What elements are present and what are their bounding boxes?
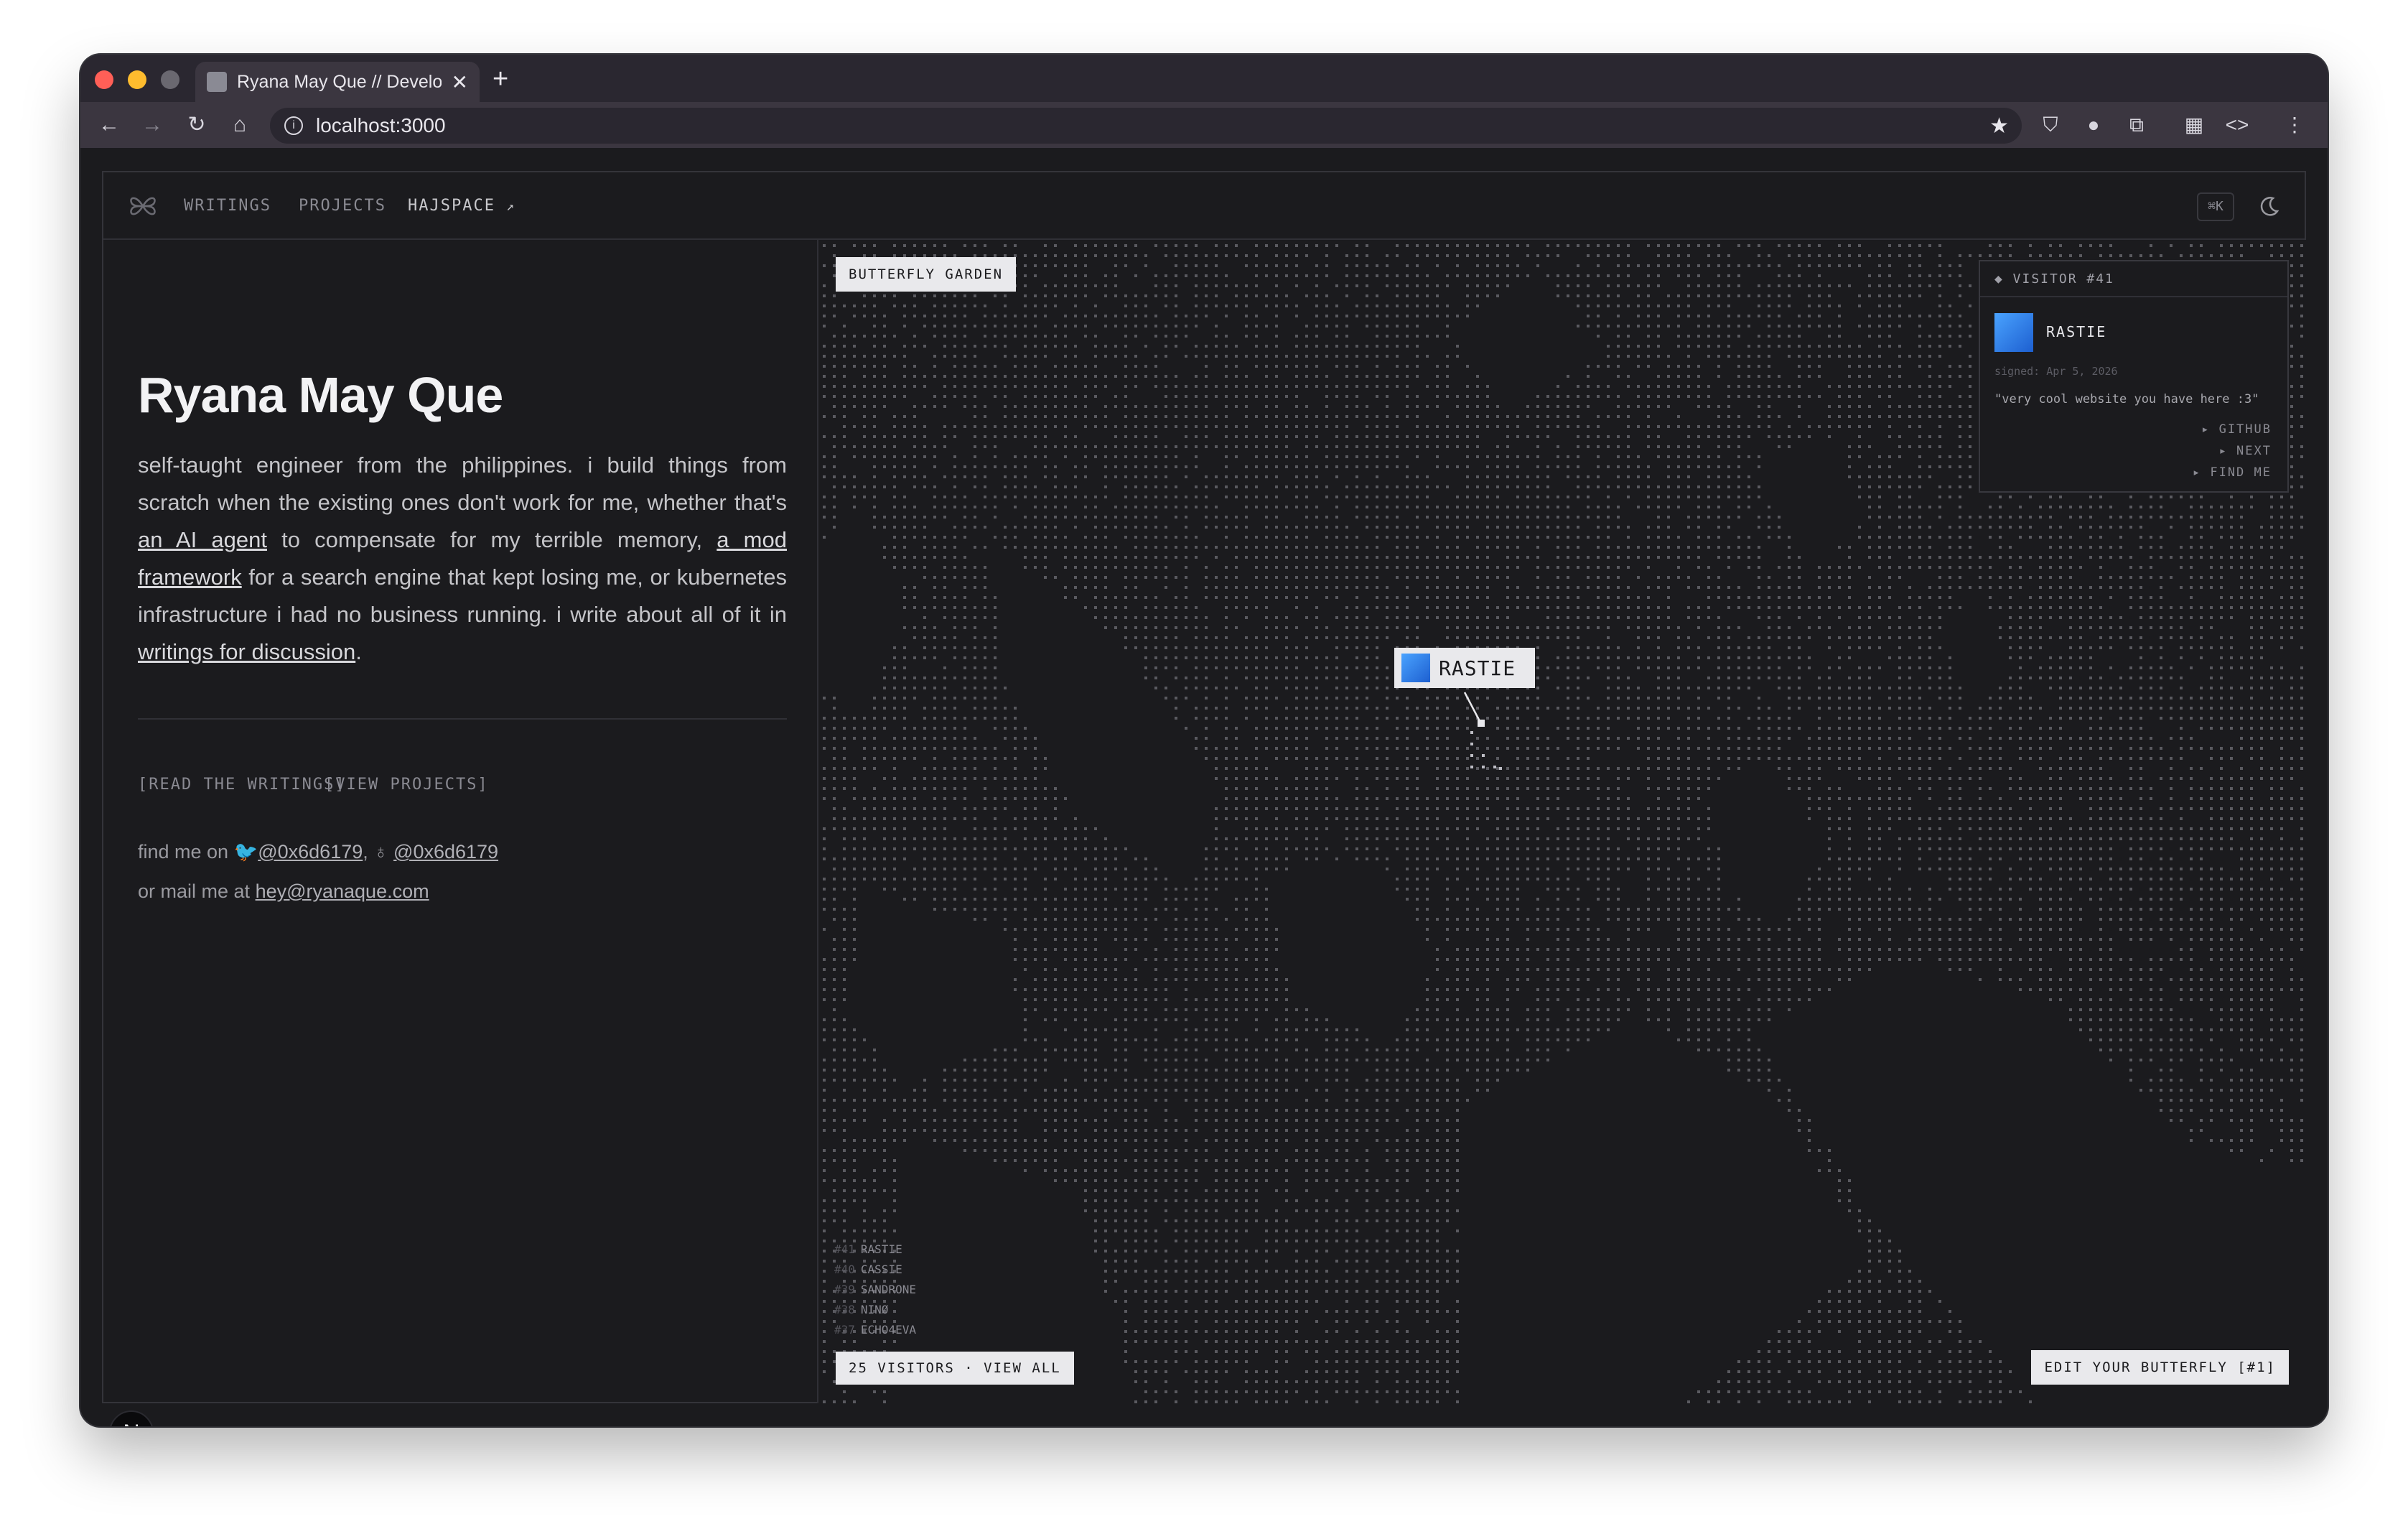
address-bar[interactable]: i localhost:3000 ★ bbox=[270, 108, 2022, 144]
moon-theme-icon[interactable] bbox=[2256, 194, 2282, 220]
visitor-card-header: ◆ VISITOR #41 bbox=[1980, 261, 2287, 297]
visitor-message: "very cool website you have here :3" bbox=[1994, 392, 2259, 406]
list-item[interactable]: #37 ECHO4EVA bbox=[834, 1323, 916, 1337]
site-info-icon[interactable]: i bbox=[284, 116, 303, 135]
visitor-number: #40 bbox=[834, 1263, 855, 1276]
visitor-github-link[interactable]: ▸ GITHUB bbox=[2201, 422, 2272, 437]
email-link[interactable]: hey@ryanaque.com bbox=[256, 880, 429, 902]
browser-window: Ryana May Que // Develo ✕ + ← → ↻ ⌂ i lo… bbox=[80, 55, 2328, 1426]
list-item[interactable]: #41 RASTIE bbox=[834, 1242, 902, 1256]
minimize-window-button[interactable] bbox=[128, 70, 146, 89]
browser-toolbar: ← → ↻ ⌂ i localhost:3000 ★ ⛉ ● ⧉ ▦ <> ⋮ bbox=[80, 102, 2328, 148]
back-icon[interactable]: ← bbox=[93, 109, 125, 141]
tab-title: Ryana May Que // Develo bbox=[237, 71, 442, 92]
butterfly-logo-icon[interactable] bbox=[128, 191, 158, 221]
visitor-number: #37 bbox=[834, 1323, 855, 1337]
twitter-icon: 🐦 bbox=[233, 841, 258, 863]
butterfly-cursor-trail bbox=[1463, 692, 1502, 770]
visitor-next-link[interactable]: ▸ NEXT bbox=[2219, 444, 2272, 458]
forward-icon[interactable]: → bbox=[136, 109, 168, 141]
visitor-number: #41 bbox=[834, 1242, 855, 1256]
visitor-find-me-link[interactable]: ▸ FIND ME bbox=[2193, 465, 2272, 480]
butterfly-garden[interactable]: BUTTERFLY GARDEN ◆ VISITOR #41 RASTIE si… bbox=[818, 240, 2306, 1403]
bio-text: . bbox=[355, 639, 362, 664]
github-link[interactable]: @0x6d6179 bbox=[393, 841, 498, 863]
browser-tab[interactable]: Ryana May Que // Develo ✕ bbox=[195, 62, 480, 102]
visitor-list-name: RASTIE bbox=[860, 1242, 902, 1256]
list-item[interactable]: #39 SANDRONE bbox=[834, 1283, 916, 1296]
social-links: find me on 🐦@0x6d6179, ♁ @0x6d6179 bbox=[138, 840, 498, 863]
writings-link[interactable]: writings for discussion bbox=[138, 639, 355, 664]
view-all-visitors-button[interactable]: 25 VISITORS · VIEW ALL bbox=[836, 1352, 1074, 1385]
devtools-code-icon[interactable]: <> bbox=[2223, 111, 2251, 139]
nav-hajspace-label: HAJSPACE bbox=[408, 197, 495, 215]
web-page: WRITINGS PROJECTS HAJSPACE ↗ ⌘K Ryana Ma… bbox=[102, 171, 2306, 1426]
menu-kebab-icon[interactable]: ⋮ bbox=[2280, 111, 2309, 139]
twitter-link[interactable]: @0x6d6179 bbox=[258, 841, 363, 863]
butterfly-name: RASTIE bbox=[1439, 656, 1516, 680]
separator: , bbox=[363, 841, 368, 863]
view-projects-button[interactable]: [VIEW PROJECTS] bbox=[325, 776, 489, 794]
extensions-puzzle-icon[interactable]: ⧉ bbox=[2122, 111, 2151, 139]
list-item[interactable]: #40 CASSIE bbox=[834, 1263, 902, 1276]
butterfly-label[interactable]: RASTIE bbox=[1394, 648, 1535, 688]
nextjs-devtools-button[interactable]: N bbox=[109, 1410, 154, 1426]
list-item[interactable]: #38 NINØ bbox=[834, 1303, 888, 1316]
visitor-list-name: ECHO4EVA bbox=[860, 1323, 916, 1337]
profile-extension-icon[interactable]: ● bbox=[2079, 111, 2108, 139]
bookmark-star-icon[interactable]: ★ bbox=[1989, 113, 2009, 139]
email-line: or mail me at hey@ryanaque.com bbox=[138, 880, 429, 903]
grid-icon[interactable]: ▦ bbox=[2180, 111, 2208, 139]
reload-icon[interactable]: ↻ bbox=[181, 109, 213, 141]
visitor-avatar bbox=[1994, 313, 2033, 352]
find-me-text: find me on bbox=[138, 841, 229, 863]
visitor-number: #38 bbox=[834, 1303, 855, 1316]
bio-paragraph: self-taught engineer from the philippine… bbox=[138, 447, 787, 671]
read-writings-button[interactable]: [READ THE WRITINGS] bbox=[138, 776, 346, 794]
nav-hajspace[interactable]: HAJSPACE ↗ bbox=[408, 197, 515, 215]
visitor-name: RASTIE bbox=[2046, 323, 2107, 340]
external-link-icon: ↗ bbox=[506, 199, 516, 214]
nav-projects[interactable]: PROJECTS bbox=[299, 197, 386, 215]
visitor-list-name: NINØ bbox=[860, 1303, 889, 1316]
divider bbox=[138, 718, 787, 720]
visitor-signed-date: signed: Apr 5, 2026 bbox=[1994, 365, 2118, 378]
visitor-card: ◆ VISITOR #41 RASTIE signed: Apr 5, 2026… bbox=[1979, 260, 2289, 493]
site-header: WRITINGS PROJECTS HAJSPACE ↗ ⌘K bbox=[103, 172, 2305, 240]
close-window-button[interactable] bbox=[95, 70, 113, 89]
page-title: Ryana May Que bbox=[138, 367, 503, 423]
nav-writings[interactable]: WRITINGS bbox=[184, 197, 271, 215]
mail-me-text: or mail me at bbox=[138, 880, 251, 902]
zoom-window-button[interactable] bbox=[161, 70, 179, 89]
intro-panel: Ryana May Que self-taught engineer from … bbox=[103, 240, 818, 1426]
ai-agent-link[interactable]: an AI agent bbox=[138, 527, 267, 552]
shield-extension-icon[interactable]: ⛉ bbox=[2036, 111, 2065, 139]
url-text: localhost:3000 bbox=[316, 114, 446, 136]
command-menu-shortcut[interactable]: ⌘K bbox=[2197, 192, 2234, 221]
edit-butterfly-button[interactable]: EDIT YOUR BUTTERFLY [#1] bbox=[2031, 1350, 2289, 1385]
home-icon[interactable]: ⌂ bbox=[224, 109, 256, 141]
bio-text: self-taught engineer from the philippine… bbox=[138, 452, 787, 515]
garden-title: BUTTERFLY GARDEN bbox=[836, 257, 1017, 292]
close-tab-icon[interactable]: ✕ bbox=[452, 70, 468, 94]
bio-text: to compensate for my terrible memory, bbox=[266, 527, 717, 552]
favicon-icon bbox=[207, 72, 227, 92]
visitor-number: #39 bbox=[834, 1283, 855, 1296]
title-bar: Ryana May Que // Develo ✕ + bbox=[80, 55, 2328, 102]
visitor-list-name: SANDRONE bbox=[860, 1283, 916, 1296]
new-tab-button[interactable]: + bbox=[493, 65, 508, 93]
github-icon: ♁ bbox=[373, 841, 388, 863]
visitor-list-name: CASSIE bbox=[860, 1263, 902, 1276]
butterfly-avatar bbox=[1401, 654, 1430, 682]
